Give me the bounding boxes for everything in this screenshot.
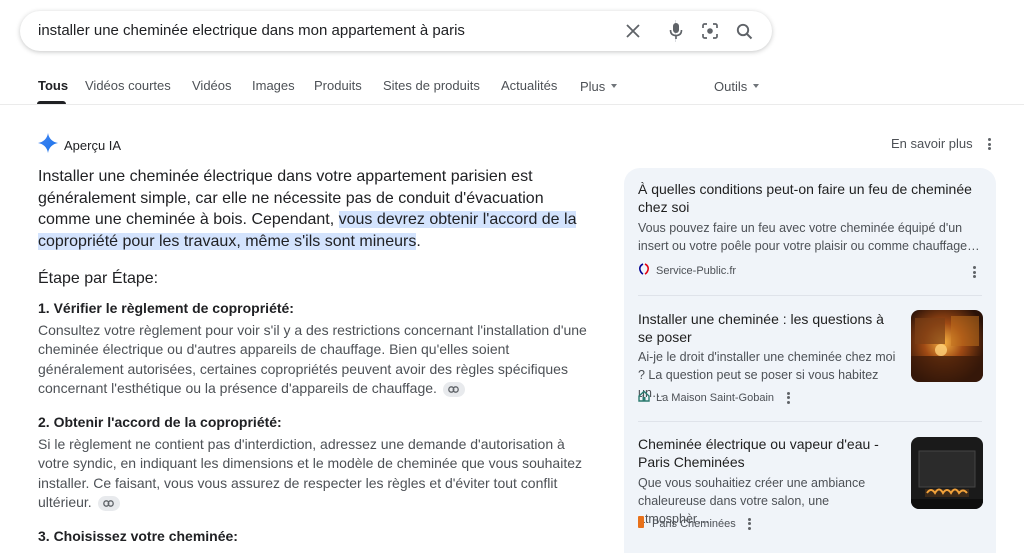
sources-panel: À quelles conditions peut-on faire un fe… <box>624 168 996 553</box>
search-input[interactable]: installer une cheminée electrique dans m… <box>38 22 465 39</box>
card-divider <box>638 421 982 422</box>
source-title[interactable]: Cheminée électrique ou vapeur d'eau - Pa… <box>638 435 900 471</box>
lens-camera-icon[interactable] <box>700 21 720 41</box>
link-icon[interactable] <box>97 495 120 511</box>
source-site[interactable]: Service-Public.fr <box>638 263 736 278</box>
ai-overview-label: Aperçu IA <box>64 138 122 153</box>
more-options-icon[interactable] <box>987 138 991 150</box>
source-title[interactable]: À quelles conditions peut-on faire un fe… <box>638 180 983 216</box>
tab-sites-de-produits[interactable]: Sites de produits <box>383 78 480 93</box>
tab-images[interactable]: Images <box>252 78 295 93</box>
tab-tous[interactable]: Tous <box>38 78 68 93</box>
tab-videos[interactable]: Vidéos <box>192 78 232 93</box>
summary-end: . <box>416 232 421 250</box>
tab-produits[interactable]: Produits <box>314 78 362 93</box>
ai-overview-header: Aperçu IA <box>38 133 121 158</box>
tab-plus[interactable]: Plus <box>580 78 618 96</box>
electric-fireplace-thumbnail[interactable] <box>911 437 983 509</box>
source-site[interactable]: Paris Cheminées <box>638 516 752 531</box>
house-icon <box>638 390 650 405</box>
tab-actualites[interactable]: Actualités <box>501 78 557 93</box>
source-site-name: La Maison Saint-Gobain <box>656 391 775 404</box>
source-snippet: Vous pouvez faire un feu avec votre chem… <box>638 221 980 253</box>
section-title: 2. Obtenir l'accord de la copropriété: <box>38 414 282 430</box>
tab-outils[interactable]: Outils <box>714 78 760 96</box>
more-options-icon[interactable] <box>972 266 976 278</box>
search-icon[interactable] <box>734 21 754 41</box>
ai-overview-summary: Installer une cheminée électrique dans v… <box>38 166 598 252</box>
more-options-icon[interactable] <box>748 517 752 530</box>
marianne-icon <box>638 263 650 278</box>
fireplace-thumbnail[interactable] <box>911 310 983 382</box>
microphone-icon[interactable] <box>666 21 686 41</box>
source-site-name: Paris Cheminées <box>652 517 736 530</box>
chevron-down-icon <box>753 83 760 88</box>
learn-more-link[interactable]: En savoir plus <box>891 136 973 151</box>
section-title: 3. Choisissez votre cheminée: <box>38 528 238 544</box>
gemini-sparkle-icon <box>38 133 58 158</box>
link-icon[interactable] <box>442 381 465 397</box>
search-bar[interactable]: installer une cheminée electrique dans m… <box>20 11 772 51</box>
chevron-down-icon <box>611 83 618 88</box>
section-body-text: Si le règlement ne contient pas d'interd… <box>38 436 582 510</box>
section-body-text: Consultez votre règlement pour voir s'il… <box>38 322 587 396</box>
steps-heading: Étape par Étape: <box>38 270 159 287</box>
clear-icon[interactable] <box>623 21 643 41</box>
flame-icon <box>638 516 644 531</box>
source-site-name: Service-Public.fr <box>656 264 737 277</box>
source-site[interactable]: La Maison Saint-Gobain <box>638 390 790 405</box>
tabs-divider <box>0 104 1024 105</box>
tab-plus-label: Plus <box>580 79 606 94</box>
search-tabs: Tous Vidéos courtes Vidéos Images Produi… <box>0 70 1024 106</box>
card-divider <box>638 295 982 296</box>
section-body: Si le règlement ne contient pas d'interd… <box>38 435 598 512</box>
section-title: 1. Vérifier le règlement de copropriété: <box>38 300 294 316</box>
tab-outils-label: Outils <box>714 79 748 94</box>
source-title[interactable]: Installer une cheminée : les questions à… <box>638 310 900 346</box>
section-body: Consultez votre règlement pour voir s'il… <box>38 321 598 398</box>
tab-videos-courtes[interactable]: Vidéos courtes <box>85 78 171 93</box>
more-options-icon[interactable] <box>786 391 790 404</box>
